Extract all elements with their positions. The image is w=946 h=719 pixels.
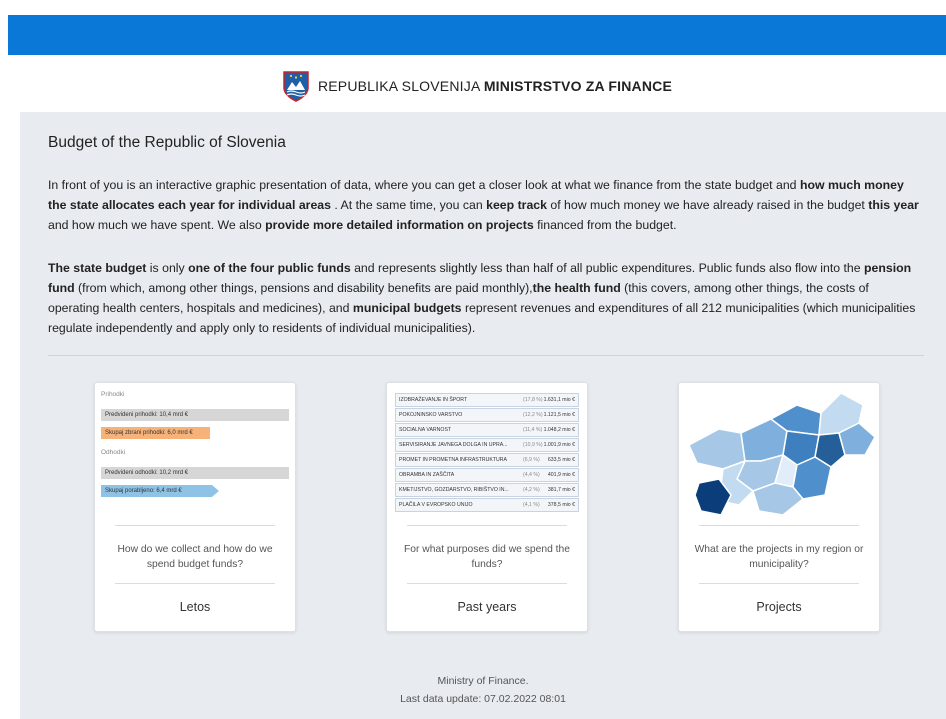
- spending-share: (12,2 %): [523, 412, 543, 418]
- intro-paragraph-2: The state budget is only one of the four…: [48, 258, 923, 338]
- p2-text: and represents slightly less than half o…: [350, 261, 865, 275]
- spending-category: OBRAMBA IN ZAŠČITA: [399, 472, 455, 478]
- spending-share: (6,9 %): [523, 457, 540, 463]
- p2-text: is only: [146, 261, 189, 275]
- spending-amount: 1.001,9 mio €: [543, 442, 575, 448]
- collected-income-bar: Skupaj zbrani prihodki: 6,0 mrd €: [101, 427, 210, 439]
- p1-strong: provide more detailed information on pro…: [265, 218, 534, 232]
- card-label-letos[interactable]: Letos: [95, 600, 295, 614]
- spending-category: PLAČILA V EVROPSKO UNIJO: [399, 502, 473, 508]
- footer-update-date: Last data update: 07.02.2022 08:01: [400, 693, 566, 705]
- spending-category: KMETIJSTVO, GOZDARSTVO, RIBIŠTVO IN...: [399, 487, 509, 493]
- card-separator: [115, 525, 275, 526]
- spending-amount: 401,9 mio €: [547, 472, 575, 478]
- card-separator: [407, 583, 567, 584]
- spending-category: SERVISIRANJE JAVNEGA DOLGA IN UPRA...: [399, 442, 508, 448]
- spending-amount: 381,7 mio €: [547, 487, 575, 493]
- p2-text: (from which, among other things, pension…: [74, 281, 533, 295]
- budget-bars-preview: Prihodki Predvideni prihodki: 10,4 mrd €…: [95, 383, 295, 521]
- section-divider: [48, 355, 924, 356]
- spending-row: SERVISIRANJE JAVNEGA DOLGA IN UPRA... (10…: [395, 438, 579, 452]
- card-past-years[interactable]: IZOBRAŽEVANJE IN ŠPORT (17,8 %) 1.631,1 mi…: [386, 382, 588, 632]
- expense-heading: Odhodki: [101, 449, 126, 456]
- spending-category: POKOJNINSKO VARSTVO: [399, 412, 463, 418]
- spending-category: IZOBRAŽEVANJE IN ŠPORT: [399, 397, 468, 403]
- spending-table: IZOBRAŽEVANJE IN ŠPORT (17,8 %) 1.631,1 mi…: [395, 393, 579, 513]
- card-separator: [407, 525, 567, 526]
- card-question: How do we collect and how do we spend bu…: [117, 544, 273, 570]
- site-header[interactable]: REPUBLIKA SLOVENIJA MINISTRSTVO ZA FINAN…: [8, 60, 946, 112]
- spending-amount: 1.631,1 mio €: [543, 397, 575, 403]
- spending-category: PROMET IN PROMETNA INFRASTRUKTURA: [399, 457, 507, 463]
- p1-strong: this year: [868, 198, 919, 212]
- spending-share: (4,4 %): [523, 472, 540, 478]
- card-separator: [699, 525, 859, 526]
- intro-paragraph-1: In front of you is an interactive graphi…: [48, 175, 923, 235]
- income-heading: Prihodki: [101, 391, 125, 398]
- slovenia-crest-icon: [283, 71, 309, 102]
- spending-share: (10,9 %): [523, 442, 543, 448]
- p1-strong: keep track: [486, 198, 547, 212]
- spending-amount: 1.048,2 mio €: [543, 427, 575, 433]
- brand-text: REPUBLIKA SLOVENIJA MINISTRSTVO ZA FINAN…: [318, 78, 672, 94]
- footer-ministry: Ministry of Finance.: [437, 675, 529, 687]
- p1-text: and how much we have spent. We also: [48, 218, 266, 232]
- slovenia-regions-map-icon: [688, 392, 876, 516]
- spending-row: IZOBRAŽEVANJE IN ŠPORT (17,8 %) 1.631,1 mi…: [395, 393, 579, 407]
- brand-ministry: MINISTRSTVO ZA FINANCE: [483, 78, 673, 94]
- spent-expense-bar: Skupaj porabljeno: 6,4 mrd €: [101, 485, 219, 497]
- p2-strong: one of the four public funds: [188, 261, 351, 275]
- card-label-projects[interactable]: Projects: [679, 600, 879, 614]
- spending-category: SOCIALNA VARNOST: [399, 427, 452, 433]
- spending-share: (4,1 %): [523, 502, 540, 508]
- brand-country: REPUBLIKA SLOVENIJA: [317, 78, 480, 94]
- p1-text: of how much money we have already raised…: [546, 198, 869, 212]
- planned-expense-bar: Predvideni odhodki: 10,2 mrd €: [101, 467, 289, 479]
- spending-amount: 633,5 mio €: [547, 457, 575, 463]
- card-label-past-years[interactable]: Past years: [387, 600, 587, 614]
- p1-text: financed from the budget.: [533, 218, 677, 232]
- spending-row: PROMET IN PROMETNA INFRASTRUKTURA (6,9 %)…: [395, 453, 579, 467]
- spending-row: PLAČILA V EVROPSKO UNIJO (4,1 %) 378,5 mio…: [395, 498, 579, 512]
- card-this-year[interactable]: Prihodki Predvideni prihodki: 10,4 mrd €…: [94, 382, 296, 632]
- planned-income-bar: Predvideni prihodki: 10,4 mrd €: [101, 409, 289, 421]
- page-title: Budget of the Republic of Slovenia: [48, 134, 286, 151]
- spending-share: (4,2 %): [523, 487, 540, 493]
- spending-row: POKOJNINSKO VARSTVO (12,2 %) 1.121,5 mio €: [395, 408, 579, 422]
- spending-amount: 378,5 mio €: [547, 502, 575, 508]
- card-projects[interactable]: What are the projects in my region or mu…: [678, 382, 880, 632]
- p1-text: . At the same time, you can: [330, 198, 487, 212]
- spending-amount: 1.121,5 mio €: [543, 412, 575, 418]
- page-footer: Ministry of Finance. Last data update: 0…: [20, 672, 946, 708]
- p1-text: In front of you is an interactive graphi…: [48, 178, 800, 192]
- spending-share: (17,8 %): [523, 397, 543, 403]
- p2-strong: The state budget: [48, 261, 147, 275]
- card-question: For what purposes did we spend the funds…: [404, 544, 570, 570]
- top-bar: [8, 15, 946, 55]
- main-panel: Budget of the Republic of Slovenia In fr…: [20, 112, 946, 719]
- spending-row: KMETIJSTVO, GOZDARSTVO, RIBIŠTVO IN... (4…: [395, 483, 579, 497]
- card-separator: [115, 583, 275, 584]
- spending-table-preview: IZOBRAŽEVANJE IN ŠPORT (17,8 %) 1.631,1 mi…: [387, 383, 587, 521]
- p2-strong: the health fund: [532, 281, 621, 295]
- p2-strong: municipal budgets: [352, 301, 462, 315]
- card-question: What are the projects in my region or mu…: [694, 544, 864, 570]
- region-map-preview: [679, 383, 879, 521]
- spending-row: OBRAMBA IN ZAŠČITA (4,4 %) 401,9 mio €: [395, 468, 579, 482]
- spending-share: (11,4 %): [523, 427, 543, 433]
- spending-row: SOCIALNA VARNOST (11,4 %) 1.048,2 mio €: [395, 423, 579, 437]
- card-separator: [699, 583, 859, 584]
